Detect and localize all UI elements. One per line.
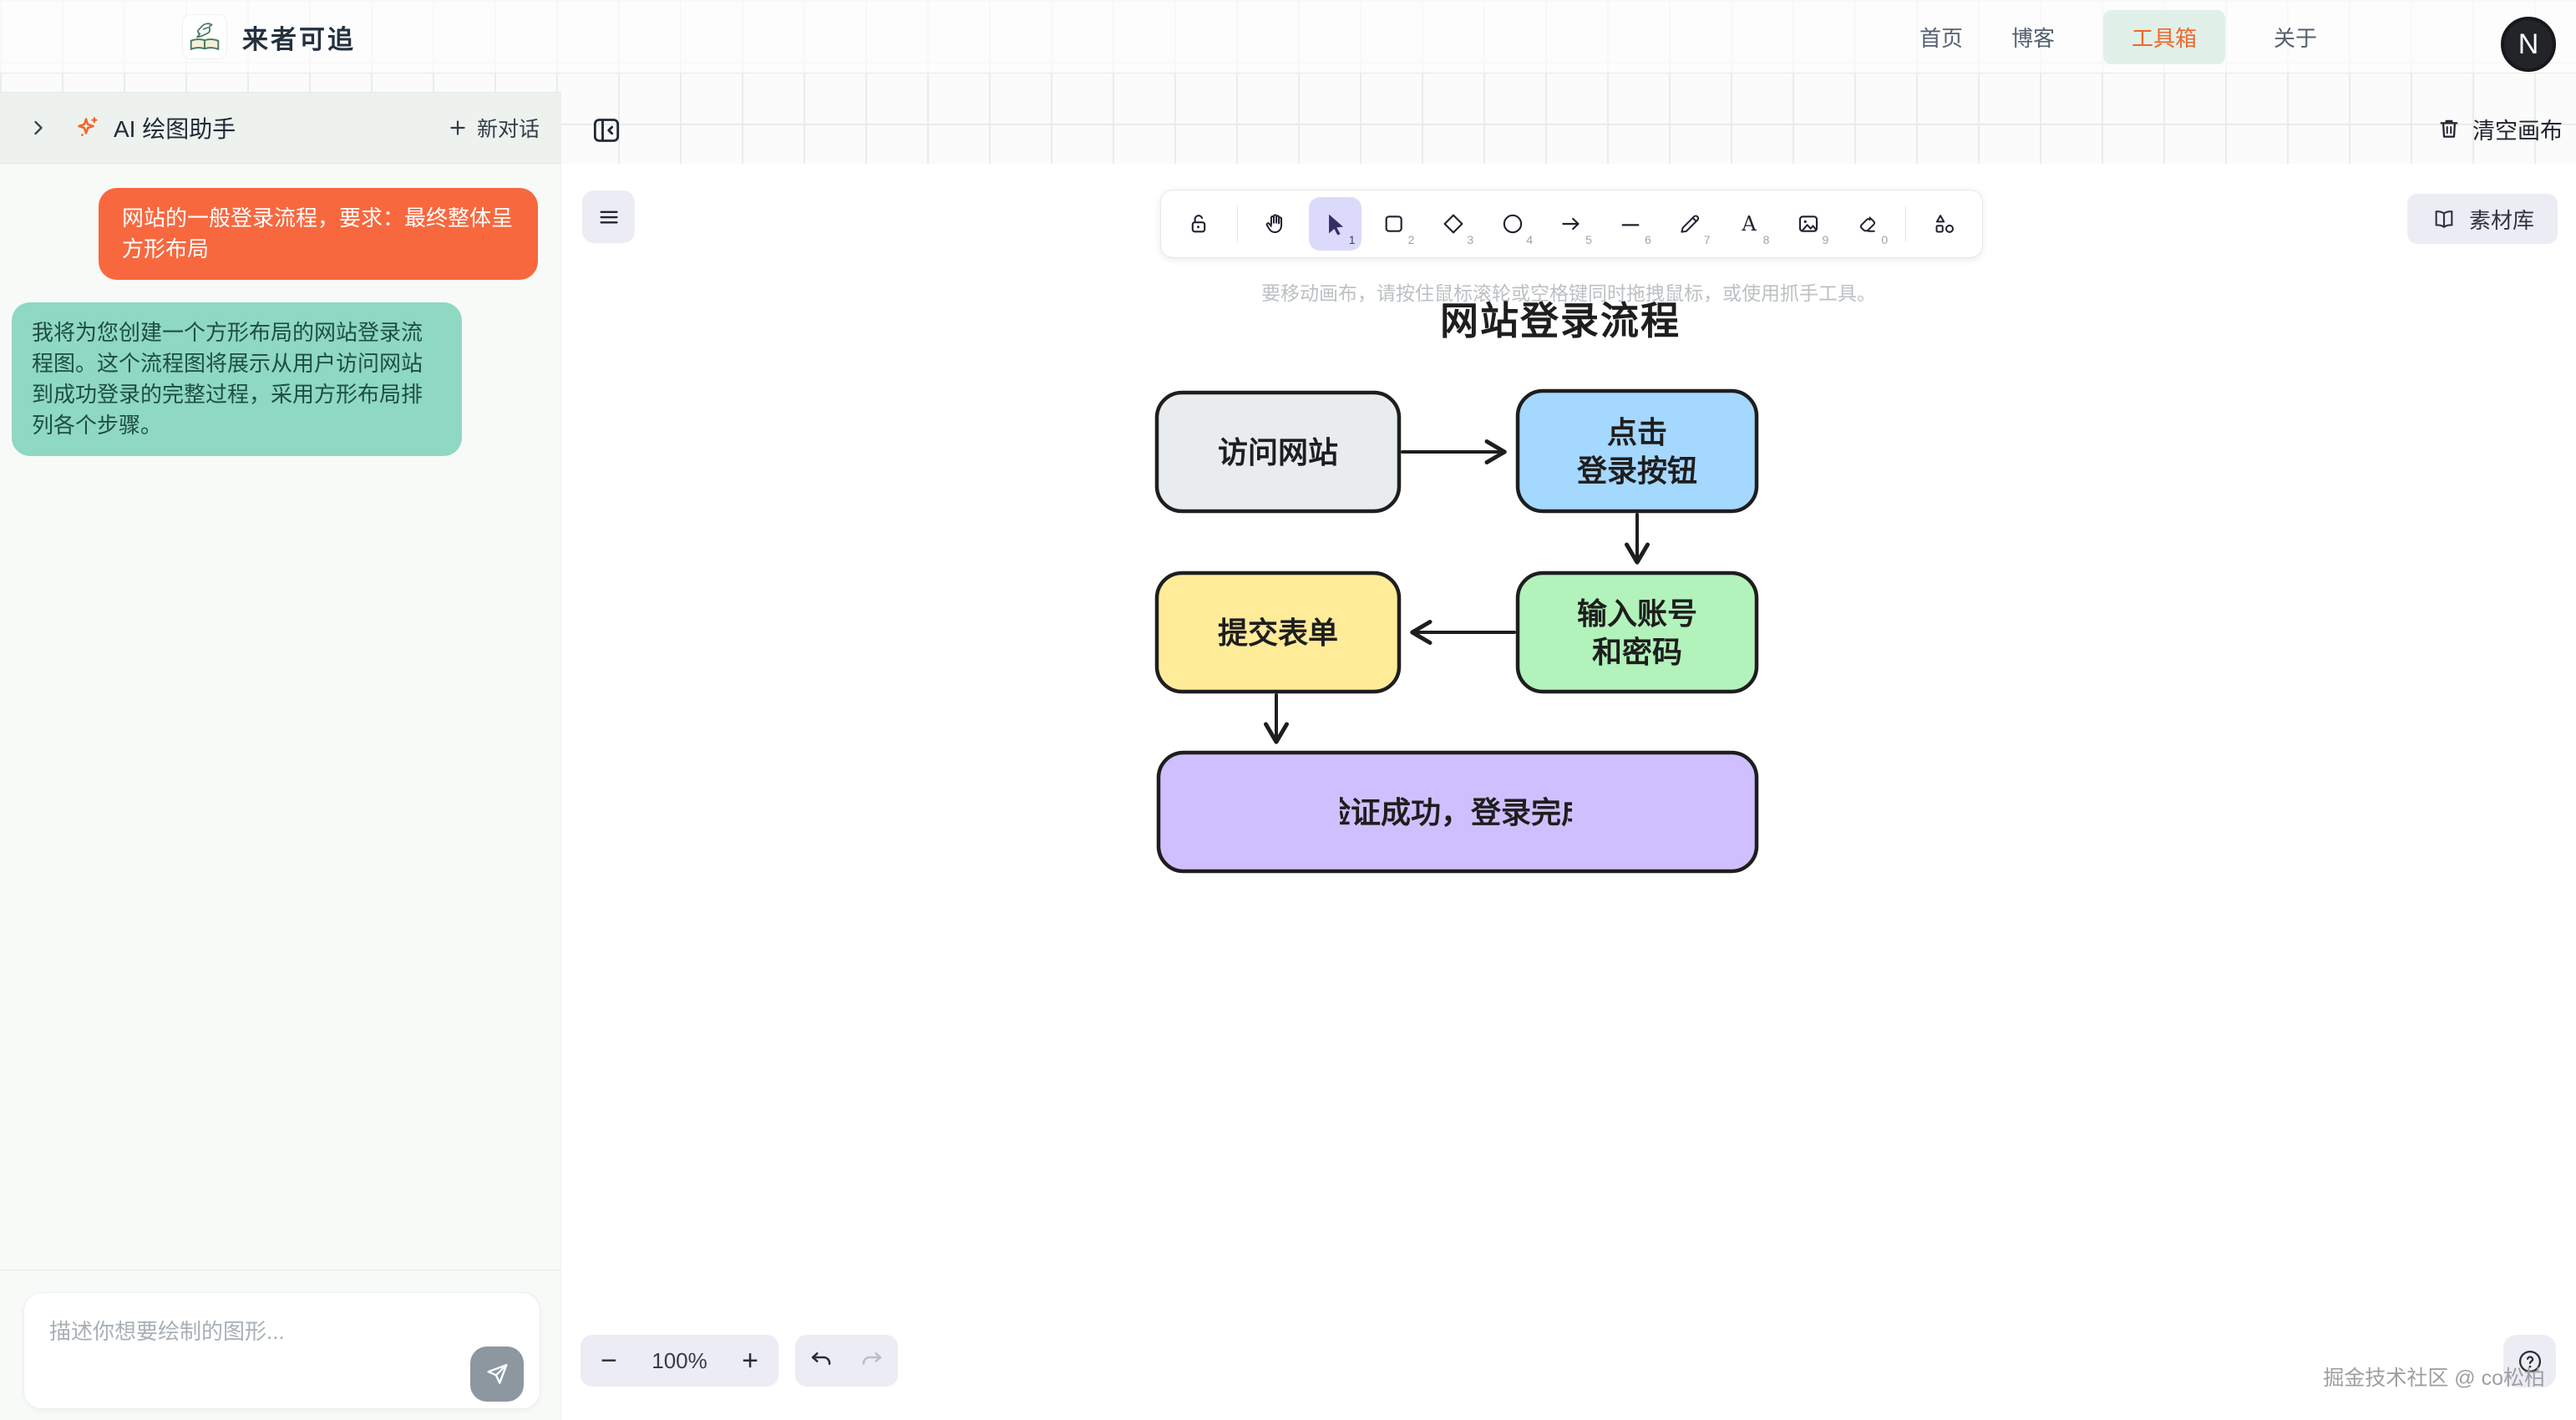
tool-rectangle[interactable]: 2 <box>1368 197 1421 251</box>
user-avatar[interactable]: N <box>2501 17 2556 72</box>
new-chat-label: 新对话 <box>477 113 540 143</box>
chevron-right-icon <box>27 116 50 139</box>
panel-collapse-icon <box>590 114 623 147</box>
svg-text:A: A <box>1741 212 1757 236</box>
flow-node-label-submit: 提交表单 <box>1218 616 1338 650</box>
app-page: 来者可追 首页 博客 工具箱 关于 N AI 绘图助手 <box>0 0 2576 1420</box>
nav-links: 首页 博客 工具箱 关于 <box>1919 0 2317 74</box>
draw-toolbar: 1 2 3 4 5 <box>1161 190 1982 257</box>
cursor-icon <box>1321 210 1348 237</box>
chat-input-panel <box>0 1270 561 1420</box>
zoom-control: − 100% + <box>581 1335 778 1387</box>
flow-node-label-visit: 访问网站 <box>1218 435 1338 469</box>
brand-name: 来者可追 <box>242 18 356 56</box>
eraser-icon <box>1854 210 1881 237</box>
toolbar-divider <box>1237 205 1238 242</box>
diagram-title[interactable]: 网站登录流程 <box>1440 291 1681 346</box>
zoom-level[interactable]: 100% <box>652 1348 707 1374</box>
toolbar-divider <box>1905 205 1906 242</box>
tool-hand[interactable] <box>1250 197 1302 251</box>
undo-icon <box>807 1345 835 1373</box>
line-icon <box>1617 210 1644 237</box>
brand[interactable]: 来者可追 <box>182 0 356 74</box>
tool-diamond[interactable]: 3 <box>1427 197 1479 251</box>
chat-message-assistant: 我将为您创建一个方形布局的网站登录流程图。这个流程图将展示从用户访问网站到成功登… <box>12 302 462 456</box>
chat-sidebar: AI 绘图助手 新对话 网站的一般登录流程，要求：最终整体呈方形布局 我将为您创… <box>0 74 561 1420</box>
chat-message-list: 网站的一般登录流程，要求：最终整体呈方形布局 我将为您创建一个方形布局的网站登录… <box>0 164 561 1270</box>
clear-canvas-label: 清空画布 <box>2472 113 2563 145</box>
diamond-icon <box>1440 210 1467 237</box>
paper-plane-icon <box>484 1361 510 1387</box>
ellipse-icon <box>1499 210 1526 237</box>
text-icon: A <box>1736 210 1762 237</box>
redo-button[interactable] <box>858 1345 886 1377</box>
undo-button[interactable] <box>807 1345 835 1377</box>
watermark: 掘金技术社区 @ co松柏 <box>2323 1362 2545 1392</box>
tool-image[interactable]: 9 <box>1782 197 1834 251</box>
zoom-out-button[interactable]: − <box>601 1346 617 1375</box>
send-button[interactable] <box>470 1346 524 1402</box>
top-navbar: 来者可追 首页 博客 工具箱 关于 N <box>0 0 2576 74</box>
tool-text[interactable]: A 8 <box>1723 197 1776 251</box>
nav-item-toolbox[interactable]: 工具箱 <box>2103 10 2225 64</box>
image-icon <box>1795 210 1822 237</box>
sidebar-gap <box>0 74 561 92</box>
panel-toggle-button[interactable] <box>588 112 625 149</box>
sidebar-title-wrap: AI 绘图助手 <box>74 111 236 145</box>
arrow-icon <box>1558 210 1585 237</box>
nav-item-blog[interactable]: 博客 <box>2011 22 2055 53</box>
flow-node-label-success: 验证成功，登录完成 <box>1321 795 1591 829</box>
redo-icon <box>858 1345 886 1373</box>
flow-node-click[interactable] <box>1518 391 1757 511</box>
pencil-icon <box>1676 210 1703 237</box>
rectangle-icon <box>1381 210 1407 237</box>
nav-item-home[interactable]: 首页 <box>1919 22 1963 53</box>
chat-input[interactable] <box>23 1292 540 1409</box>
new-chat-button[interactable]: 新对话 <box>447 113 540 143</box>
tool-line[interactable]: 6 <box>1605 197 1657 251</box>
sidebar-title: AI 绘图助手 <box>114 111 236 145</box>
trash-icon <box>2436 115 2462 142</box>
library-button[interactable]: 素材库 <box>2407 194 2558 244</box>
hamburger-icon <box>596 205 621 230</box>
canvas-menu-button[interactable] <box>582 190 635 243</box>
plus-icon <box>447 117 469 139</box>
hand-icon <box>1262 210 1289 237</box>
sparkle-icon <box>74 114 102 142</box>
flow-node-credentials[interactable] <box>1518 573 1757 692</box>
tool-lock[interactable] <box>1173 197 1225 251</box>
zoom-in-button[interactable]: + <box>742 1346 758 1375</box>
history-control <box>795 1335 898 1387</box>
shapes-icon <box>1931 210 1958 237</box>
chat-message-user: 网站的一般登录流程，要求：最终整体呈方形布局 <box>99 188 538 280</box>
sidebar-collapse-button[interactable] <box>22 111 55 145</box>
tool-eraser[interactable]: 0 <box>1841 197 1894 251</box>
clear-canvas-button[interactable]: 清空画布 <box>2436 110 2563 147</box>
library-label: 素材库 <box>2469 204 2534 235</box>
sidebar-header: AI 绘图助手 新对话 <box>0 92 561 164</box>
brand-logo-icon <box>182 14 227 59</box>
tool-ellipse[interactable]: 4 <box>1486 197 1539 251</box>
tool-selection[interactable]: 1 <box>1309 197 1362 251</box>
tool-draw[interactable]: 7 <box>1664 197 1716 251</box>
nav-item-about[interactable]: 关于 <box>2274 22 2317 53</box>
book-icon <box>2431 205 2457 232</box>
tool-shapes[interactable] <box>1918 197 1970 251</box>
lock-open-icon <box>1185 210 1212 237</box>
tool-arrow[interactable]: 5 <box>1545 197 1598 251</box>
